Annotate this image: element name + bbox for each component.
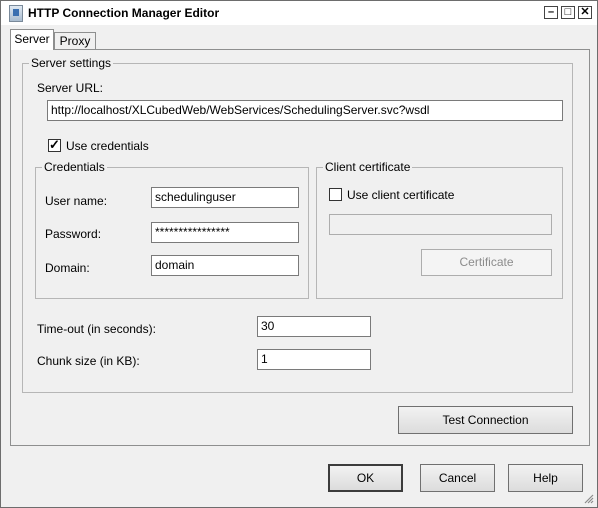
window-title: HTTP Connection Manager Editor: [28, 6, 220, 20]
certificate-button: Certificate: [421, 249, 552, 276]
server-settings-group: Server settings Server URL: http://local…: [22, 56, 573, 393]
server-tab-panel: Server settings Server URL: http://local…: [10, 49, 590, 446]
client-certificate-group: Client certificate Use client certificat…: [316, 160, 563, 299]
timeout-input[interactable]: 30: [257, 316, 371, 337]
certificate-field: [329, 214, 552, 235]
domain-label: Domain:: [45, 261, 90, 275]
server-settings-legend: Server settings: [29, 56, 114, 70]
app-icon: [9, 5, 23, 22]
timeout-label: Time-out (in seconds):: [37, 322, 156, 336]
help-button[interactable]: Help: [508, 464, 583, 492]
test-connection-button[interactable]: Test Connection: [398, 406, 573, 434]
credentials-legend: Credentials: [42, 160, 107, 174]
tab-server[interactable]: Server: [10, 29, 54, 50]
password-input[interactable]: ****************: [151, 222, 299, 243]
use-client-certificate-label: Use client certificate: [347, 188, 455, 202]
client-certificate-legend: Client certificate: [323, 160, 413, 174]
username-input[interactable]: schedulinguser: [151, 187, 299, 208]
tab-proxy[interactable]: Proxy: [54, 32, 96, 50]
domain-input[interactable]: domain: [151, 255, 299, 276]
close-button[interactable]: ✕: [578, 6, 592, 19]
minimize-button[interactable]: –: [544, 6, 558, 19]
resize-grip-icon[interactable]: [582, 492, 594, 504]
use-client-certificate-checkbox[interactable]: [329, 188, 342, 201]
dialog-window: HTTP Connection Manager Editor – □ ✕ Ser…: [0, 0, 598, 508]
password-label: Password:: [45, 227, 102, 241]
ok-button[interactable]: OK: [328, 464, 403, 492]
chunk-size-input[interactable]: 1: [257, 349, 371, 370]
chunk-size-label: Chunk size (in KB):: [37, 354, 140, 368]
use-credentials-label: Use credentials: [66, 139, 149, 153]
credentials-group: Credentials User name: schedulinguser Pa…: [35, 160, 309, 299]
cancel-button[interactable]: Cancel: [420, 464, 495, 492]
server-url-label: Server URL:: [37, 81, 104, 95]
title-bar[interactable]: HTTP Connection Manager Editor – □ ✕: [1, 1, 597, 25]
server-url-input[interactable]: http://localhost/XLCubedWeb/WebServices/…: [47, 100, 563, 121]
maximize-button[interactable]: □: [561, 6, 575, 19]
username-label: User name:: [45, 194, 108, 208]
use-credentials-checkbox[interactable]: [48, 137, 61, 152]
